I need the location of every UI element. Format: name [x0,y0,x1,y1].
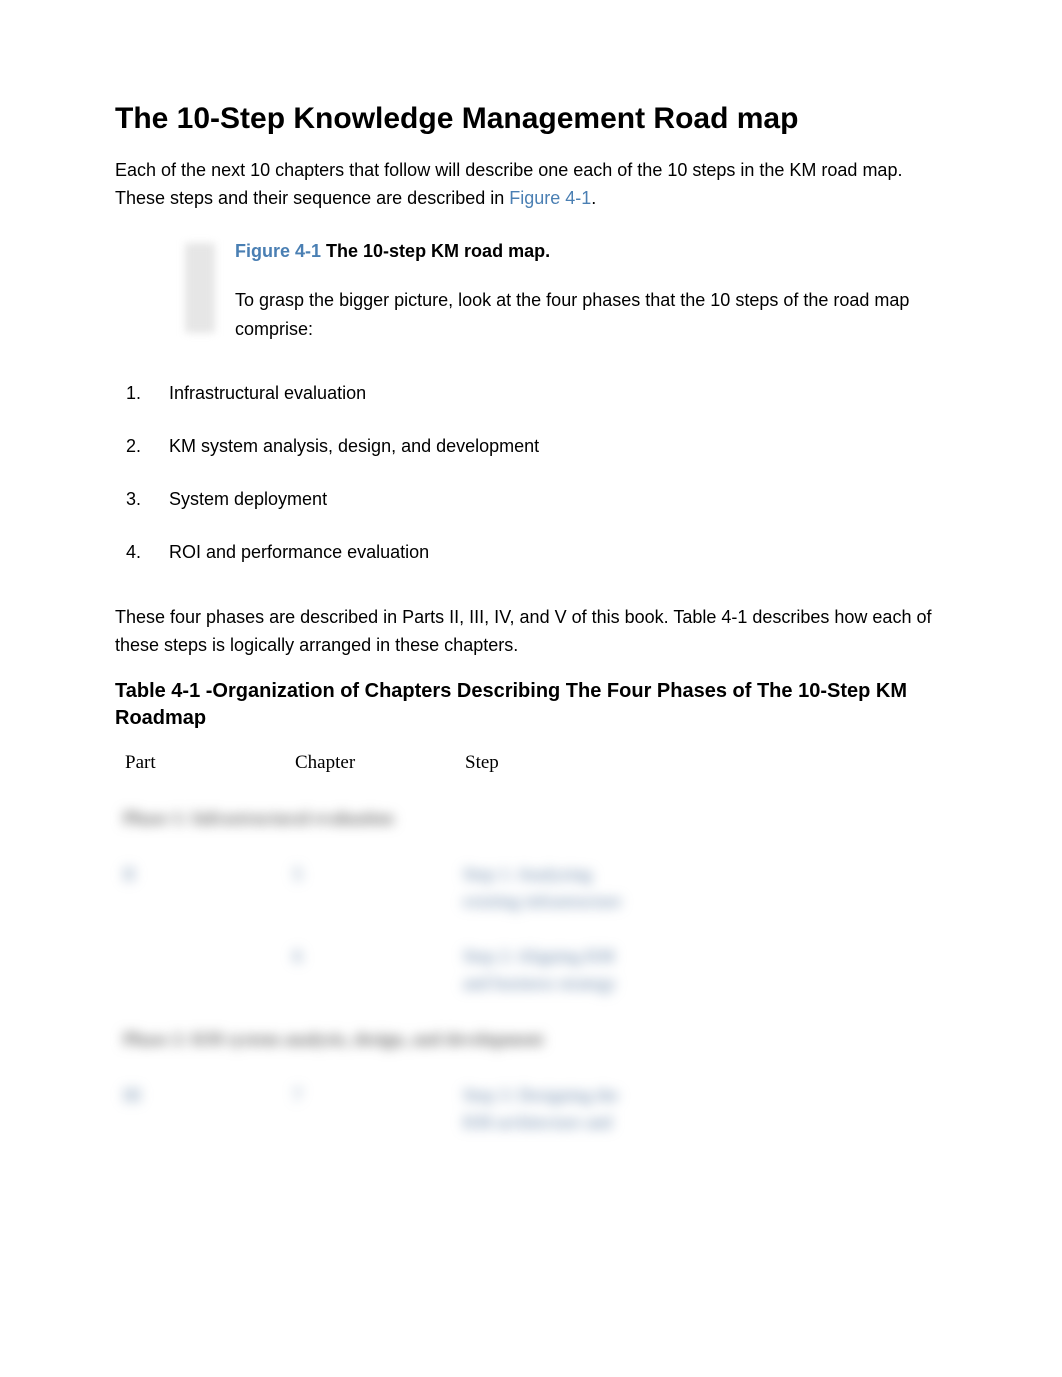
figure-block: Figure 4-1 The 10-step KM road map. To g… [115,237,947,343]
table-cell-part: II [115,847,285,929]
table-header-chapter: Chapter [285,736,455,790]
figure-caption: Figure 4-1 The 10-step KM road map. [235,237,947,266]
table-cell-part [115,929,285,1011]
figure-4-1-link[interactable]: Figure 4-1 [509,188,591,208]
phases-list: 1. Infrastructural evaluation 2. KM syst… [115,367,947,578]
table-header-step: Step [455,736,635,790]
list-item-number: 2. [115,432,141,461]
table-header-row: Part Chapter Step [115,736,635,790]
list-item-number: 1. [115,379,141,408]
table-row: III 7 Step 3: Designing the KM architect… [115,1068,635,1150]
figure-body-text: To grasp the bigger picture, look at the… [235,286,947,344]
intro-paragraph: Each of the next 10 chapters that follow… [115,156,947,214]
table-cell-chapter: 5 [285,847,455,929]
list-item-text: KM system analysis, design, and developm… [169,432,539,461]
table-cell-step: Step 3: Designing the KM architecture an… [455,1068,635,1150]
table-phase-label: Phase 2: KM system analysis, design, and… [115,1011,635,1068]
table-header-part: Part [115,736,285,790]
table-row: II 5 Step 1: Analyzing existing infrastr… [115,847,635,929]
table-phase-label: Phase 1: Infrastructural evaluation [115,790,635,847]
list-item-number: 3. [115,485,141,514]
list-item-text: ROI and performance evaluation [169,538,429,567]
table-cell-part: III [115,1068,285,1150]
table-cell-chapter: 6 [285,929,455,1011]
page-title: The 10-Step Knowledge Management Road ma… [115,100,947,138]
list-item: 4. ROI and performance evaluation [115,526,947,579]
table-phase-row: Phase 2: KM system analysis, design, and… [115,1011,635,1068]
list-item: 1. Infrastructural evaluation [115,367,947,420]
table-cell-step: Step 1: Analyzing existing infrastructur… [455,847,635,929]
intro-text-after: . [591,188,596,208]
table-cell-step: Step 2: Aligning KM and business strateg… [455,929,635,1011]
table-phase-row: Phase 1: Infrastructural evaluation [115,790,635,847]
figure-image-placeholder [185,243,215,333]
figure-caption-rest: The 10-step KM road map. [321,241,550,261]
mid-paragraph: These four phases are described in Parts… [115,603,947,661]
list-item: 2. KM system analysis, design, and devel… [115,420,947,473]
table-cell-chapter: 7 [285,1068,455,1150]
list-item-text: Infrastructural evaluation [169,379,366,408]
list-item: 3. System deployment [115,473,947,526]
chapters-table: Part Chapter Step Phase 1: Infrastructur… [115,736,635,1150]
table-row: 6 Step 2: Aligning KM and business strat… [115,929,635,1011]
figure-4-1-caption-link[interactable]: Figure 4-1 [235,241,321,261]
list-item-text: System deployment [169,485,327,514]
list-item-number: 4. [115,538,141,567]
table-title: Table 4-1 -Organization of Chapters Desc… [115,678,947,732]
